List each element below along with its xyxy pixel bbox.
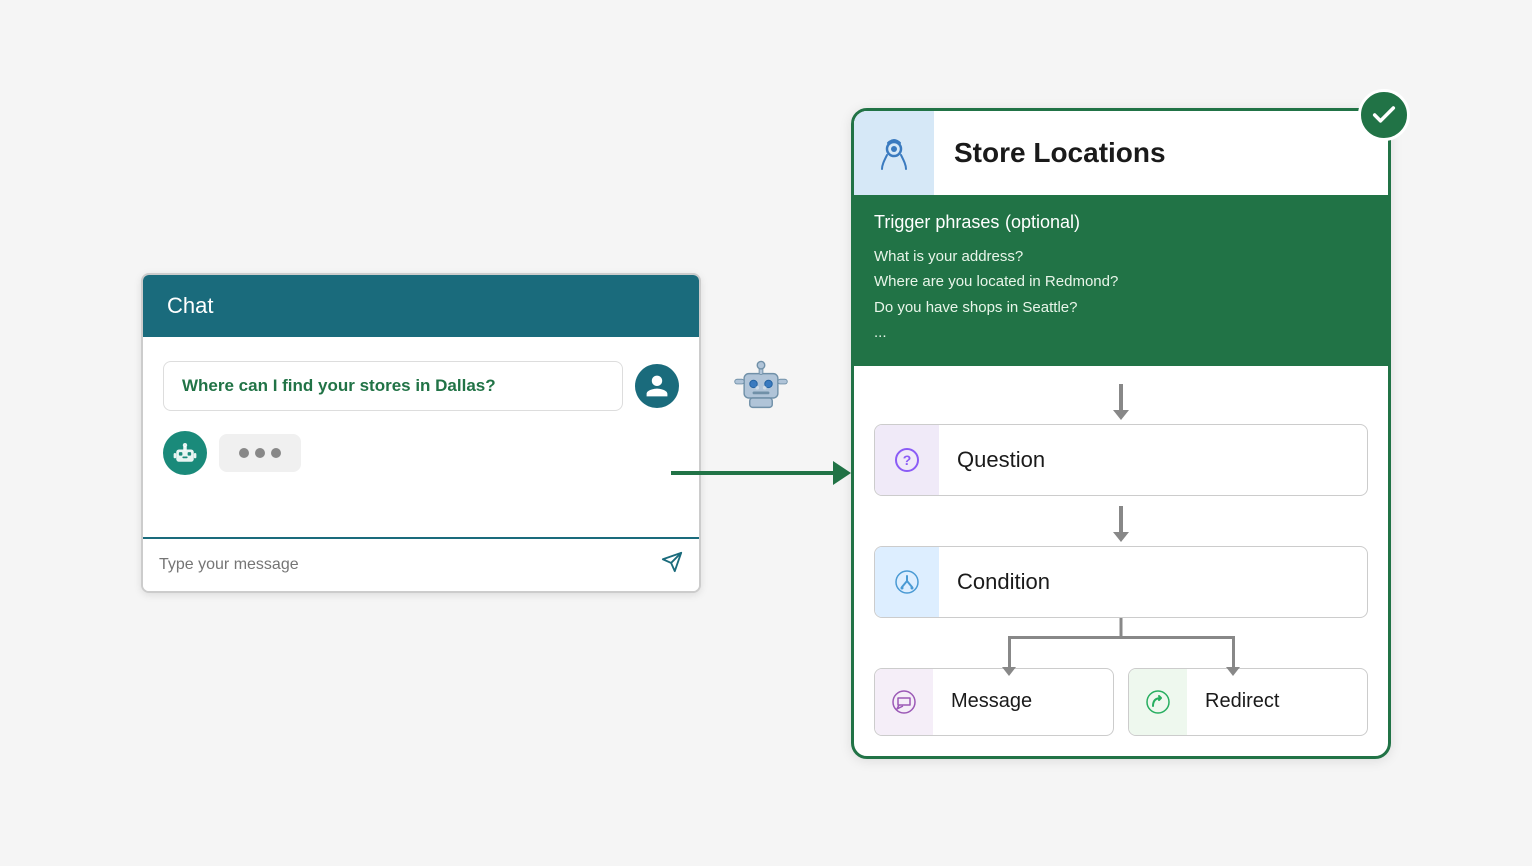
trigger-phrase-more: ...: [874, 320, 1368, 346]
redirect-node-icon: [1144, 688, 1172, 716]
chat-input[interactable]: [159, 556, 651, 574]
typing-dot-2: [255, 448, 265, 458]
question-node-icon: ?: [893, 446, 921, 474]
message-icon-area: [875, 668, 933, 736]
question-label: Question: [939, 447, 1063, 473]
checkmark-icon: [1370, 101, 1398, 129]
typing-dot-3: [271, 448, 281, 458]
location-icon: [874, 133, 914, 173]
question-icon-area: ?: [875, 424, 939, 496]
arrow-area: [671, 373, 851, 493]
chat-panel: Chat Where can I find your stores in Dal…: [141, 273, 701, 593]
topic-icon-area: [854, 111, 934, 195]
arrow-head: [833, 461, 851, 485]
condition-node: Condition: [874, 546, 1368, 618]
message-node: Message: [874, 668, 1114, 736]
trigger-section: Trigger phrases (optional) What is your …: [854, 195, 1388, 366]
send-icon[interactable]: [661, 551, 683, 579]
arrow-to-question: [1119, 384, 1123, 412]
chat-input-row: [143, 537, 699, 591]
robot-svg: [731, 353, 791, 413]
typing-indicator: [219, 434, 301, 472]
main-container: Chat Where can I find your stores in Dal…: [0, 0, 1532, 866]
branch-down-right: [1232, 636, 1235, 668]
chat-body: Where can I find your stores in Dallas?: [143, 337, 699, 537]
message-label: Message: [933, 690, 1050, 713]
condition-label: Condition: [939, 569, 1068, 595]
trigger-phrase-2: Where are you located in Redmond?: [874, 269, 1368, 295]
condition-node-icon: [893, 568, 921, 596]
trigger-phrase-1: What is your address?: [874, 244, 1368, 270]
chat-title: Chat: [167, 293, 213, 318]
redirect-node: Redirect: [1128, 668, 1368, 736]
trigger-phrases-list: What is your address? Where are you loca…: [874, 244, 1368, 346]
flow-nodes: ? Question: [854, 366, 1388, 756]
question-node: ? Question: [874, 424, 1368, 496]
user-message-text: Where can I find your stores in Dallas?: [182, 376, 496, 395]
flow-panel: Store Locations Trigger phrases (optiona…: [851, 108, 1391, 759]
message-node-icon: [890, 688, 918, 716]
branch-down-left: [1008, 636, 1011, 668]
topic-title: Store Locations: [934, 117, 1388, 189]
bot-avatar: [163, 431, 207, 475]
user-message-row: Where can I find your stores in Dallas?: [163, 361, 679, 411]
user-message-bubble: Where can I find your stores in Dallas?: [163, 361, 623, 411]
condition-icon-area: [875, 546, 939, 618]
user-icon: [644, 373, 670, 399]
trigger-heading: Trigger phrases (optional): [874, 211, 1368, 234]
typing-dot-1: [239, 448, 249, 458]
flow-arrow: [671, 453, 851, 493]
trigger-optional-text: (optional): [1005, 212, 1080, 232]
branch-area: [874, 618, 1368, 668]
redirect-icon-area: [1129, 668, 1187, 736]
svg-text:?: ?: [903, 452, 912, 468]
branch-nodes: Message Redirect: [874, 668, 1368, 736]
robot-icon: [731, 353, 791, 421]
arrow-line: [671, 471, 833, 475]
bot-icon: [171, 439, 199, 467]
chat-header: Chat: [143, 275, 699, 337]
trigger-phrase-3: Do you have shops in Seattle?: [874, 295, 1368, 321]
check-badge: [1358, 89, 1410, 141]
topic-header: Store Locations: [854, 111, 1388, 195]
trigger-heading-text: Trigger phrases: [874, 212, 999, 232]
redirect-label: Redirect: [1187, 690, 1297, 713]
arrow-to-condition: [1119, 506, 1123, 534]
branch-lines: [874, 618, 1368, 668]
bot-response-row: [163, 431, 679, 475]
